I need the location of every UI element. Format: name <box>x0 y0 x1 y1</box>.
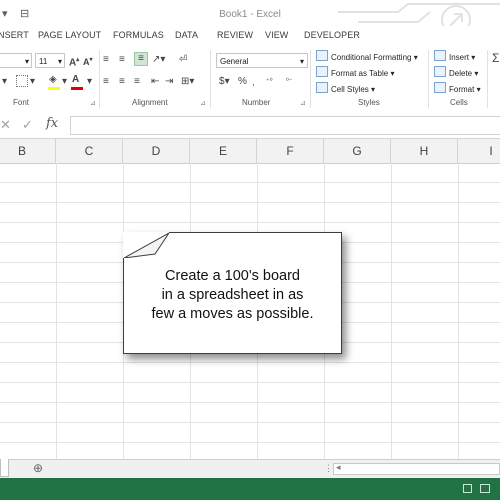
increase-indent-icon[interactable]: ⇥ <box>165 76 173 88</box>
tab-developer[interactable]: DEVELOPER <box>304 30 360 40</box>
cells-group-label: Cells <box>450 98 468 107</box>
column-header-b[interactable]: B <box>0 139 56 163</box>
insert-button[interactable]: Insert ▾ <box>434 50 475 64</box>
fill-dropdown-icon[interactable]: ▾ <box>62 76 67 88</box>
align-left-icon[interactable]: ≡ <box>103 76 109 88</box>
increase-decimal-icon[interactable]: ⁺⁰ <box>266 76 273 88</box>
percent-icon[interactable]: % <box>238 76 247 88</box>
ribbon-separator <box>210 50 211 108</box>
decrease-indent-icon[interactable]: ⇤ <box>151 76 159 88</box>
delete-button[interactable]: Delete ▾ <box>434 66 478 80</box>
horizontal-scrollbar[interactable]: ◂ <box>333 462 500 475</box>
active-sheet-tab[interactable] <box>0 459 9 477</box>
page-view-icon[interactable] <box>463 484 472 493</box>
align-top-icon[interactable]: ≡ <box>103 54 109 66</box>
ribbon-tabs: NSERT PAGE LAYOUT FORMULAS DATA REVIEW V… <box>0 26 500 46</box>
merge-center-icon[interactable]: ⊞▾ <box>181 76 194 88</box>
align-middle-icon[interactable]: ≡ <box>119 54 125 66</box>
number-group-label: Number <box>242 98 271 107</box>
alignment-dialog-launcher-icon[interactable]: ⊿ <box>200 99 206 107</box>
font-size-select[interactable]: 11 ▾ <box>35 53 65 68</box>
column-headers: B C D E F G H I <box>0 139 500 164</box>
grow-font-icon[interactable]: A▴ <box>69 54 79 69</box>
shrink-font-icon[interactable]: A▾ <box>83 54 93 68</box>
column-header-h[interactable]: H <box>391 139 458 163</box>
ribbon: ▾ 11 ▾ A▴ A▾ ▾ ▾ ◈ ▾ A ▾ Font ⊿ ≡ ≡ ≡ ↗▾ … <box>0 46 500 115</box>
font-color-icon[interactable]: A <box>72 74 79 86</box>
formula-bar: ✕ ✓ fx <box>0 114 500 139</box>
comma-style-icon[interactable]: , <box>252 76 255 88</box>
tab-review[interactable]: REVIEW <box>217 30 253 40</box>
borders-icon[interactable]: ▾ <box>2 76 7 88</box>
ribbon-separator <box>310 50 311 108</box>
column-header-f[interactable]: F <box>257 139 324 163</box>
orientation-icon[interactable]: ↗▾ <box>152 54 165 66</box>
border-style-icon[interactable] <box>16 75 28 87</box>
align-bottom-icon[interactable]: ≡ <box>134 52 148 66</box>
cancel-icon[interactable]: ✕ <box>0 118 11 131</box>
number-dialog-launcher-icon[interactable]: ⊿ <box>300 99 306 107</box>
callout-line: few a moves as possible. <box>151 306 314 322</box>
callout-text: Create a 100's board in a spreadsheet in… <box>124 267 341 324</box>
format-button[interactable]: Format ▾ <box>434 82 481 96</box>
tab-data[interactable]: DATA <box>175 30 198 40</box>
enter-icon[interactable]: ✓ <box>22 118 33 131</box>
callout-line: Create a 100's board <box>165 268 300 284</box>
font-color-swatch <box>71 87 83 90</box>
currency-icon[interactable]: $▾ <box>219 76 230 88</box>
autosum-icon[interactable]: Σ <box>492 52 499 64</box>
tab-view[interactable]: VIEW <box>265 30 288 40</box>
styles-group-label: Styles <box>358 98 380 107</box>
font-dialog-launcher-icon[interactable]: ⊿ <box>90 99 96 107</box>
formula-input[interactable] <box>70 116 500 135</box>
wrap-text-icon[interactable]: ⏎ <box>179 54 187 66</box>
cell-styles-button[interactable]: Cell Styles ▾ <box>316 82 375 96</box>
ribbon-separator <box>428 50 429 108</box>
align-center-icon[interactable]: ≡ <box>119 76 125 88</box>
title-bar: ▾ ⊟ Book1 - Excel <box>0 0 500 35</box>
insert-function-icon[interactable]: fx <box>46 117 58 130</box>
font-color-dropdown-icon[interactable]: ▾ <box>87 76 92 88</box>
callout-line: in a spreadsheet in as <box>161 287 304 303</box>
number-format-value: General <box>220 57 249 66</box>
page-break-view-icon[interactable] <box>480 484 490 493</box>
sheet-tab-bar: ⊕ ⋮ ◂ <box>0 459 500 479</box>
callout-folded-corner-icon <box>123 232 169 258</box>
tab-formulas[interactable]: FORMULAS <box>113 30 164 40</box>
ribbon-separator <box>487 50 488 108</box>
column-header-d[interactable]: D <box>123 139 190 163</box>
status-bar <box>0 478 500 500</box>
column-header-g[interactable]: G <box>324 139 391 163</box>
fill-color-icon[interactable]: ◈ <box>49 74 57 86</box>
number-format-select[interactable]: General ▾ <box>216 53 308 68</box>
ribbon-separator <box>99 50 100 108</box>
align-right-icon[interactable]: ≡ <box>134 76 140 88</box>
add-sheet-icon[interactable]: ⊕ <box>33 461 43 475</box>
column-header-i[interactable]: I <box>458 139 500 163</box>
scroll-left-icon[interactable]: ◂ <box>336 462 341 473</box>
decrease-decimal-icon[interactable]: ⁰⁻ <box>286 76 293 88</box>
font-name-select[interactable]: ▾ <box>0 53 32 68</box>
format-as-table-button[interactable]: Format as Table ▾ <box>316 66 394 80</box>
column-header-e[interactable]: E <box>190 139 257 163</box>
conditional-formatting-button[interactable]: Conditional Formatting ▾ <box>316 50 418 64</box>
tab-insert[interactable]: NSERT <box>0 30 29 40</box>
fill-color-swatch <box>48 87 60 90</box>
tab-page-layout[interactable]: PAGE LAYOUT <box>38 30 101 40</box>
border-dropdown-icon[interactable]: ▾ <box>30 76 35 88</box>
font-group-label: Font <box>13 98 30 107</box>
column-header-c[interactable]: C <box>56 139 123 163</box>
font-size-value: 11 <box>39 57 48 66</box>
alignment-group-label: Alignment <box>132 98 168 107</box>
sheet-options-icon[interactable]: ⋮ <box>324 463 333 474</box>
